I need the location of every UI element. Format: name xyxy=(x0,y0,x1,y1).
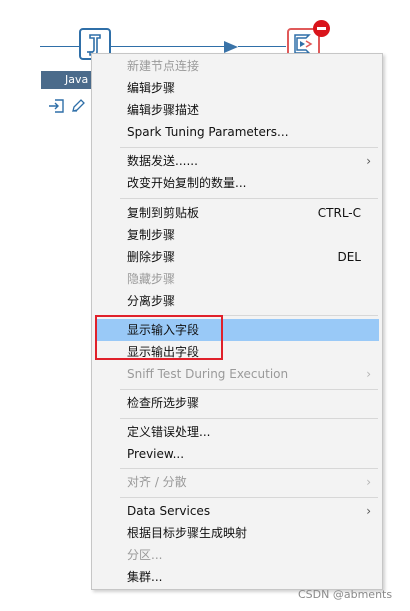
menu-item-detach-step[interactable]: 分离步骤 xyxy=(95,290,379,312)
menu-item-label: 改变开始复制的数量... xyxy=(127,176,247,190)
menu-item-new-hop: 新建节点连接 xyxy=(95,55,379,77)
menu-item-hide-step: 隐藏步骤 xyxy=(95,268,379,290)
menu-item-label: Preview... xyxy=(127,447,185,461)
submenu-arrow-icon: › xyxy=(366,475,371,489)
submenu-arrow-icon: › xyxy=(366,154,371,168)
watermark: CSDN @abments xyxy=(298,588,393,601)
menu-item-edit-step-description[interactable]: 编辑步骤描述 xyxy=(95,99,379,121)
menu-shortcut: CTRL-C xyxy=(317,206,361,220)
menu-item-label: Sniff Test During Execution xyxy=(127,367,289,381)
menu-item-data-movement[interactable]: 数据发送...... › xyxy=(95,150,379,172)
menu-item-label: 对齐 / 分散 xyxy=(127,475,187,489)
menu-item-generate-mapping[interactable]: 根据目标步骤生成映射 xyxy=(95,522,379,544)
step-label-text: Java xyxy=(65,73,89,86)
hop-line xyxy=(238,46,286,47)
menu-item-delete-step[interactable]: 删除步骤 DEL xyxy=(95,246,379,268)
menu-separator xyxy=(120,198,378,199)
step-input-icon[interactable] xyxy=(48,98,66,118)
menu-item-label: 分离步骤 xyxy=(127,294,176,308)
hop-arrow-icon xyxy=(224,41,238,53)
menu-item-label: 分区... xyxy=(127,548,163,562)
menu-item-spark-tuning[interactable]: Spark Tuning Parameters... xyxy=(95,121,379,143)
menu-item-partitioning: 分区... xyxy=(95,544,379,566)
submenu-arrow-icon: › xyxy=(366,367,371,381)
menu-item-label: 数据发送...... xyxy=(127,154,198,168)
menu-item-check-selected-steps[interactable]: 检查所选步骤 xyxy=(95,392,379,414)
menu-item-label: 删除步骤 xyxy=(127,250,176,264)
menu-item-duplicate-step[interactable]: 复制步骤 xyxy=(95,224,379,246)
menu-item-change-copies[interactable]: 改变开始复制的数量... xyxy=(95,172,379,194)
menu-item-label: 定义错误处理... xyxy=(127,425,211,439)
menu-item-align-distribute: 对齐 / 分散 › xyxy=(95,471,379,493)
menu-item-label: 复制到剪贴板 xyxy=(127,206,200,220)
menu-item-error-handling[interactable]: 定义错误处理... xyxy=(95,421,379,443)
hop-line xyxy=(40,46,80,47)
annotation-highlight-box xyxy=(95,315,223,360)
menu-separator xyxy=(120,497,378,498)
menu-item-label: 复制步骤 xyxy=(127,228,176,242)
pencil-icon[interactable] xyxy=(70,98,86,118)
menu-item-copy-to-clipboard[interactable]: 复制到剪贴板 CTRL-C xyxy=(95,202,379,224)
step-label: Java xyxy=(41,71,93,89)
menu-item-label: Data Services xyxy=(127,504,211,518)
menu-item-label: 集群... xyxy=(127,570,163,584)
hop-line xyxy=(110,46,230,47)
menu-separator xyxy=(120,147,378,148)
menu-item-clustering[interactable]: 集群... xyxy=(95,566,379,588)
submenu-arrow-icon: › xyxy=(366,504,371,518)
menu-item-label: 编辑步骤 xyxy=(127,81,176,95)
menu-separator xyxy=(120,389,378,390)
menu-item-label: Spark Tuning Parameters... xyxy=(127,125,289,139)
menu-item-sniff-test: Sniff Test During Execution › xyxy=(95,363,379,385)
menu-item-label: 隐藏步骤 xyxy=(127,272,176,286)
menu-shortcut: DEL xyxy=(337,250,361,264)
menu-item-preview[interactable]: Preview... xyxy=(95,443,379,465)
menu-item-label: 编辑步骤描述 xyxy=(127,103,200,117)
remove-step-icon[interactable] xyxy=(313,20,330,37)
menu-item-edit-step[interactable]: 编辑步骤 xyxy=(95,77,379,99)
menu-separator xyxy=(120,418,378,419)
menu-item-label: 根据目标步骤生成映射 xyxy=(127,526,248,540)
menu-item-data-services[interactable]: Data Services › xyxy=(95,500,379,522)
menu-separator xyxy=(120,468,378,469)
menu-item-label: 检查所选步骤 xyxy=(127,396,200,410)
menu-item-label: 新建节点连接 xyxy=(127,59,200,73)
